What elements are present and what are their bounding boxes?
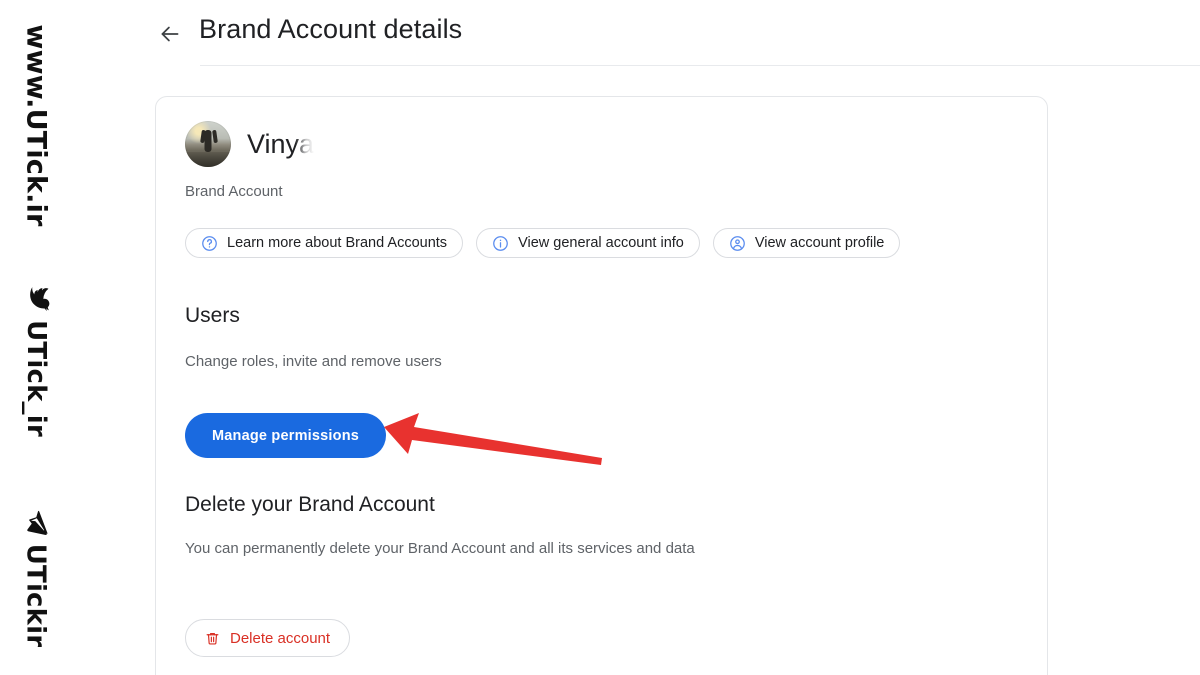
account-identity: Vinya <box>185 121 314 167</box>
avatar <box>185 121 231 167</box>
account-type-label: Brand Account <box>185 183 283 200</box>
chip-label: View account profile <box>754 235 885 251</box>
watermark-website: www.UTick.ir <box>0 0 72 250</box>
delete-section-title: Delete your Brand Account <box>185 493 435 516</box>
page-header: Brand Account details <box>100 0 1200 66</box>
account-name: Vinya <box>247 128 315 159</box>
delete-section-subtitle: You can permanently delete your Brand Ac… <box>185 540 695 557</box>
telegram-icon <box>21 508 52 538</box>
arrow-left-icon[interactable] <box>156 20 184 48</box>
watermark-text: www.UTick.ir <box>20 23 52 227</box>
manage-permissions-button[interactable]: Manage permissions <box>185 413 387 458</box>
users-section-title: Users <box>185 304 240 327</box>
watermark-telegram: UTickir <box>0 480 72 675</box>
view-account-profile-chip[interactable]: View account profile <box>712 228 901 258</box>
account-links-row: Learn more about Brand Accounts View gen… <box>185 228 901 258</box>
chip-label: View general account info <box>518 235 684 251</box>
chip-label: Learn more about Brand Accounts <box>227 235 448 251</box>
delete-account-label: Delete account <box>230 629 331 647</box>
watermark-twitter: UTick_ir <box>0 265 72 455</box>
watermark-text: UTickir <box>21 543 52 648</box>
page-title: Brand Account details <box>199 14 463 44</box>
page-root: Brand Account details Vinya Brand Accoun… <box>0 0 1200 675</box>
header-divider <box>200 65 1200 66</box>
watermark-strip: www.UTick.ir UTick_ir UTickir <box>0 0 72 675</box>
help-circle-icon <box>201 235 218 252</box>
delete-account-button[interactable]: Delete account <box>185 619 351 657</box>
learn-more-brand-accounts-chip[interactable]: Learn more about Brand Accounts <box>185 228 464 258</box>
person-circle-icon <box>729 235 746 252</box>
brand-account-card: Vinya Brand Account Learn more about Bra… <box>155 96 1048 675</box>
users-section-subtitle: Change roles, invite and remove users <box>185 353 442 370</box>
info-circle-icon <box>492 235 509 252</box>
watermark-text: UTick_ir <box>21 319 51 437</box>
view-general-account-info-chip[interactable]: View general account info <box>476 228 700 258</box>
twitter-bird-icon <box>21 284 52 314</box>
trash-icon <box>205 631 220 646</box>
